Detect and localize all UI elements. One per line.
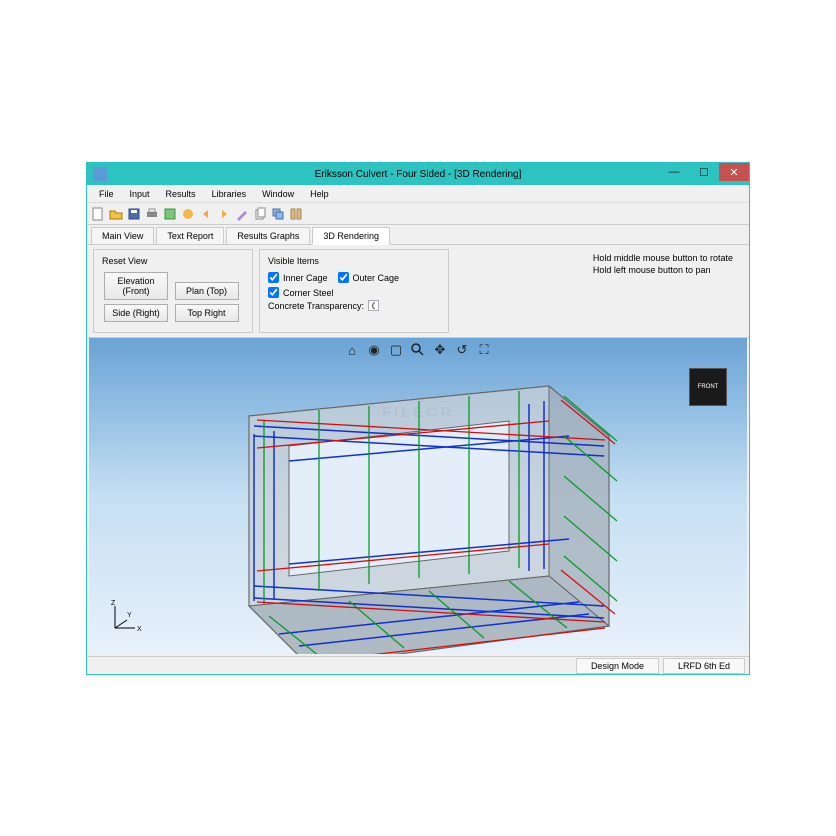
home-icon[interactable]: ⌂ [344, 342, 360, 358]
window-controls: — ☐ ✕ [659, 163, 749, 181]
save-icon[interactable] [127, 207, 141, 221]
menu-help[interactable]: Help [302, 187, 337, 201]
menu-input[interactable]: Input [122, 187, 158, 201]
tab-strip: Main View Text Report Results Graphs 3D … [87, 225, 749, 245]
app-window: Eriksson Culvert - Four Sided - [3D Rend… [86, 162, 750, 675]
visible-items-title: Visible Items [268, 256, 440, 266]
menu-results[interactable]: Results [158, 187, 204, 201]
fwd-icon[interactable] [217, 207, 231, 221]
status-code: LRFD 6th Ed [663, 658, 745, 674]
plan-button[interactable]: Plan (Top) [175, 282, 239, 300]
fullscreen-icon[interactable]: ⛶ [476, 342, 492, 358]
tab-main-view[interactable]: Main View [91, 227, 154, 244]
back-icon[interactable] [199, 207, 213, 221]
svg-text:Z: Z [111, 600, 116, 607]
menu-window[interactable]: Window [254, 187, 302, 201]
pan-icon[interactable]: ✥ [432, 342, 448, 358]
menu-libraries[interactable]: Libraries [204, 187, 255, 201]
toolbar [87, 203, 749, 225]
transparency-label: Concrete Transparency: [268, 301, 364, 311]
tab-text-report[interactable]: Text Report [156, 227, 224, 244]
side-button[interactable]: Side (Right) [104, 304, 168, 322]
tab-results-graphs[interactable]: Results Graphs [226, 227, 310, 244]
orbit-icon[interactable]: ◉ [366, 342, 382, 358]
reset-icon[interactable]: ↺ [454, 342, 470, 358]
check-icon[interactable] [181, 207, 195, 221]
print-icon[interactable] [145, 207, 159, 221]
instruction-rotate: Hold middle mouse button to rotate [593, 253, 733, 265]
minimize-button[interactable]: — [659, 163, 689, 181]
statusbar: Design Mode LRFD 6th Ed [87, 656, 749, 674]
zoom-window-icon[interactable]: ▢ [388, 342, 404, 358]
wand-icon[interactable] [235, 207, 249, 221]
menu-file[interactable]: File [91, 187, 122, 201]
culvert-model [209, 376, 629, 654]
viewport-toolbar: ⌂ ◉ ▢ ✥ ↺ ⛶ [344, 342, 492, 358]
close-button[interactable]: ✕ [719, 163, 749, 181]
status-design-mode: Design Mode [576, 658, 659, 674]
titlebar: Eriksson Culvert - Four Sided - [3D Rend… [87, 163, 749, 185]
3d-viewport[interactable]: ⌂ ◉ ▢ ✥ ↺ ⛶ FRONT FILECR [89, 338, 747, 654]
open-icon[interactable] [109, 207, 123, 221]
mouse-instructions: Hold middle mouse button to rotate Hold … [583, 249, 743, 333]
svg-text:Y: Y [127, 612, 132, 619]
window-title: Eriksson Culvert - Four Sided - [3D Rend… [87, 169, 749, 180]
instruction-pan: Hold left mouse button to pan [593, 265, 733, 277]
zoom-icon[interactable] [410, 342, 426, 358]
corner-steel-checkbox[interactable]: Corner Steel [268, 287, 440, 298]
controls-panel: Reset View Elevation (Front) Plan (Top) … [87, 245, 749, 338]
transparency-input[interactable] [368, 300, 379, 311]
axis-indicator: Z Y X [105, 598, 145, 640]
outer-cage-checkbox[interactable]: Outer Cage [338, 272, 400, 283]
reset-view-title: Reset View [102, 256, 244, 266]
copy-icon[interactable] [253, 207, 267, 221]
reset-view-group: Reset View Elevation (Front) Plan (Top) … [93, 249, 253, 333]
maximize-button[interactable]: ☐ [689, 163, 719, 181]
cut-icon[interactable] [163, 207, 177, 221]
inner-cage-checkbox[interactable]: Inner Cage [268, 272, 328, 283]
svg-text:X: X [137, 626, 142, 633]
tab-3d-rendering[interactable]: 3D Rendering [312, 227, 390, 245]
view-cube[interactable]: FRONT [689, 368, 727, 406]
top-right-button[interactable]: Top Right [175, 304, 239, 322]
cascade-icon[interactable] [271, 207, 285, 221]
menubar: File Input Results Libraries Window Help [87, 185, 749, 203]
tile-icon[interactable] [289, 207, 303, 221]
new-icon[interactable] [91, 207, 105, 221]
elevation-button[interactable]: Elevation (Front) [104, 272, 168, 300]
visible-items-group: Visible Items Inner Cage Outer Cage Corn… [259, 249, 449, 333]
